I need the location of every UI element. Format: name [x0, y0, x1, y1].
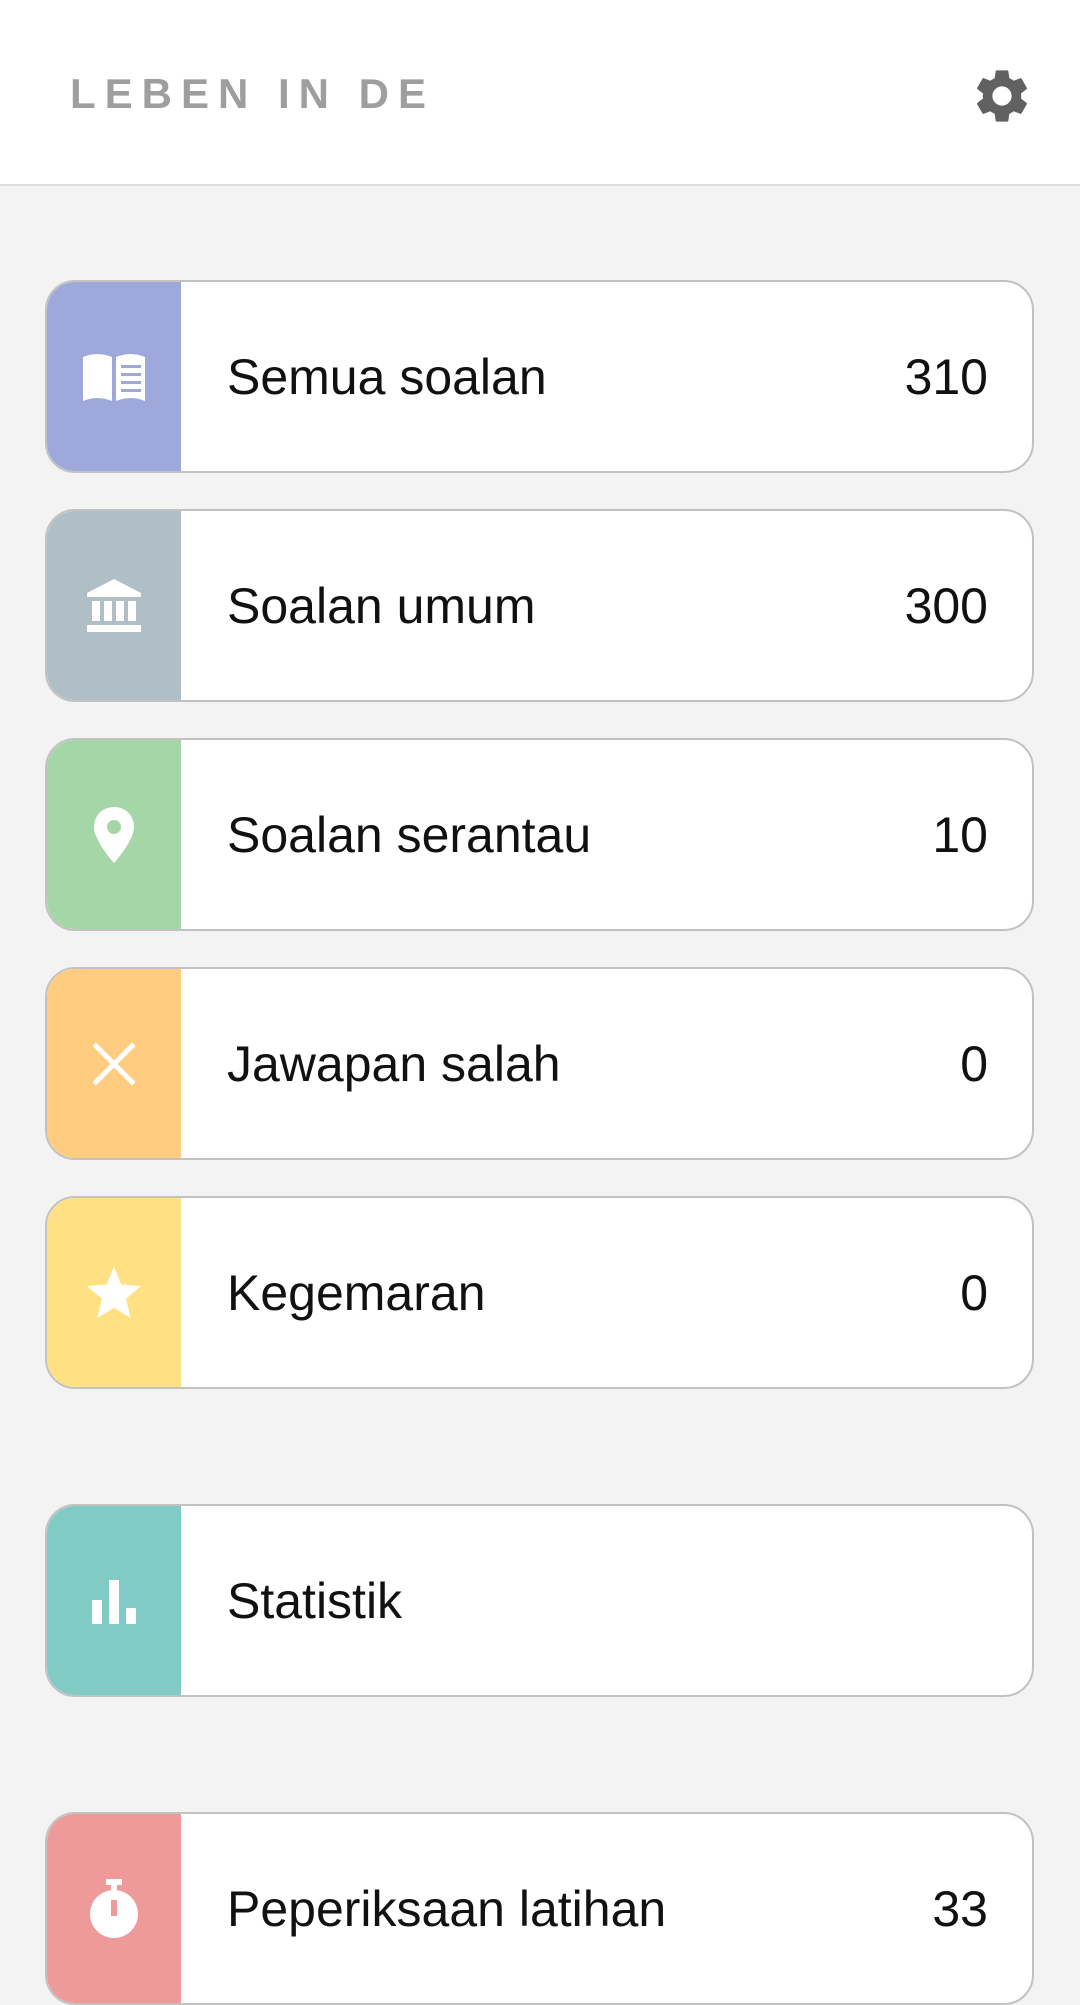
menu-item-statistics[interactable]: Statistik — [45, 1504, 1034, 1697]
menu-item-count: 300 — [904, 577, 988, 634]
bar-chart-icon — [90, 1576, 138, 1626]
menu-item-count: 0 — [960, 1264, 988, 1321]
menu-item-count: 0 — [960, 1035, 988, 1092]
menu-item-label: Kegemaran — [227, 1264, 486, 1321]
close-icon — [92, 1041, 136, 1086]
book-icon — [81, 351, 147, 403]
menu-item-icon-box — [47, 969, 181, 1158]
gear-icon[interactable] — [970, 64, 1034, 128]
menu-item-label: Soalan umum — [227, 577, 536, 634]
institution-icon — [85, 577, 143, 635]
menu-item-general-questions[interactable]: Soalan umum 300 — [45, 509, 1034, 702]
menu-item-icon-box — [47, 282, 181, 471]
menu-item-all-questions[interactable]: Semua soalan 310 — [45, 280, 1034, 473]
menu-item-label: Jawapan salah — [227, 1035, 561, 1092]
app-logo: LEBEN IN DE — [70, 70, 436, 117]
star-icon — [85, 1265, 143, 1321]
menu-item-label: Statistik — [227, 1572, 403, 1629]
stopwatch-icon — [86, 1878, 142, 1940]
location-pin-icon — [92, 805, 136, 865]
menu-item-wrong-answers[interactable]: Jawapan salah 0 — [45, 967, 1034, 1160]
menu-item-label: Soalan serantau — [227, 806, 592, 863]
menu-item-count: 33 — [932, 1880, 988, 1937]
menu-item-icon-box — [47, 511, 181, 700]
menu-item-icon-box — [47, 740, 181, 929]
menu-item-count: 310 — [904, 348, 988, 405]
menu-item-icon-box — [47, 1506, 181, 1695]
menu-item-label: Peperiksaan latihan — [227, 1880, 667, 1937]
menu-item-icon-box — [47, 1198, 181, 1387]
menu-item-label: Semua soalan — [227, 348, 547, 405]
menu-item-regional-questions[interactable]: Soalan serantau 10 — [45, 738, 1034, 931]
menu-item-favorites[interactable]: Kegemaran 0 — [45, 1196, 1034, 1389]
menu-item-icon-box — [47, 1814, 181, 2003]
menu-item-practice-exam[interactable]: Peperiksaan latihan 33 — [45, 1812, 1034, 2005]
app-header: LEBEN IN DE — [0, 0, 1080, 186]
menu-item-count: 10 — [932, 806, 988, 863]
